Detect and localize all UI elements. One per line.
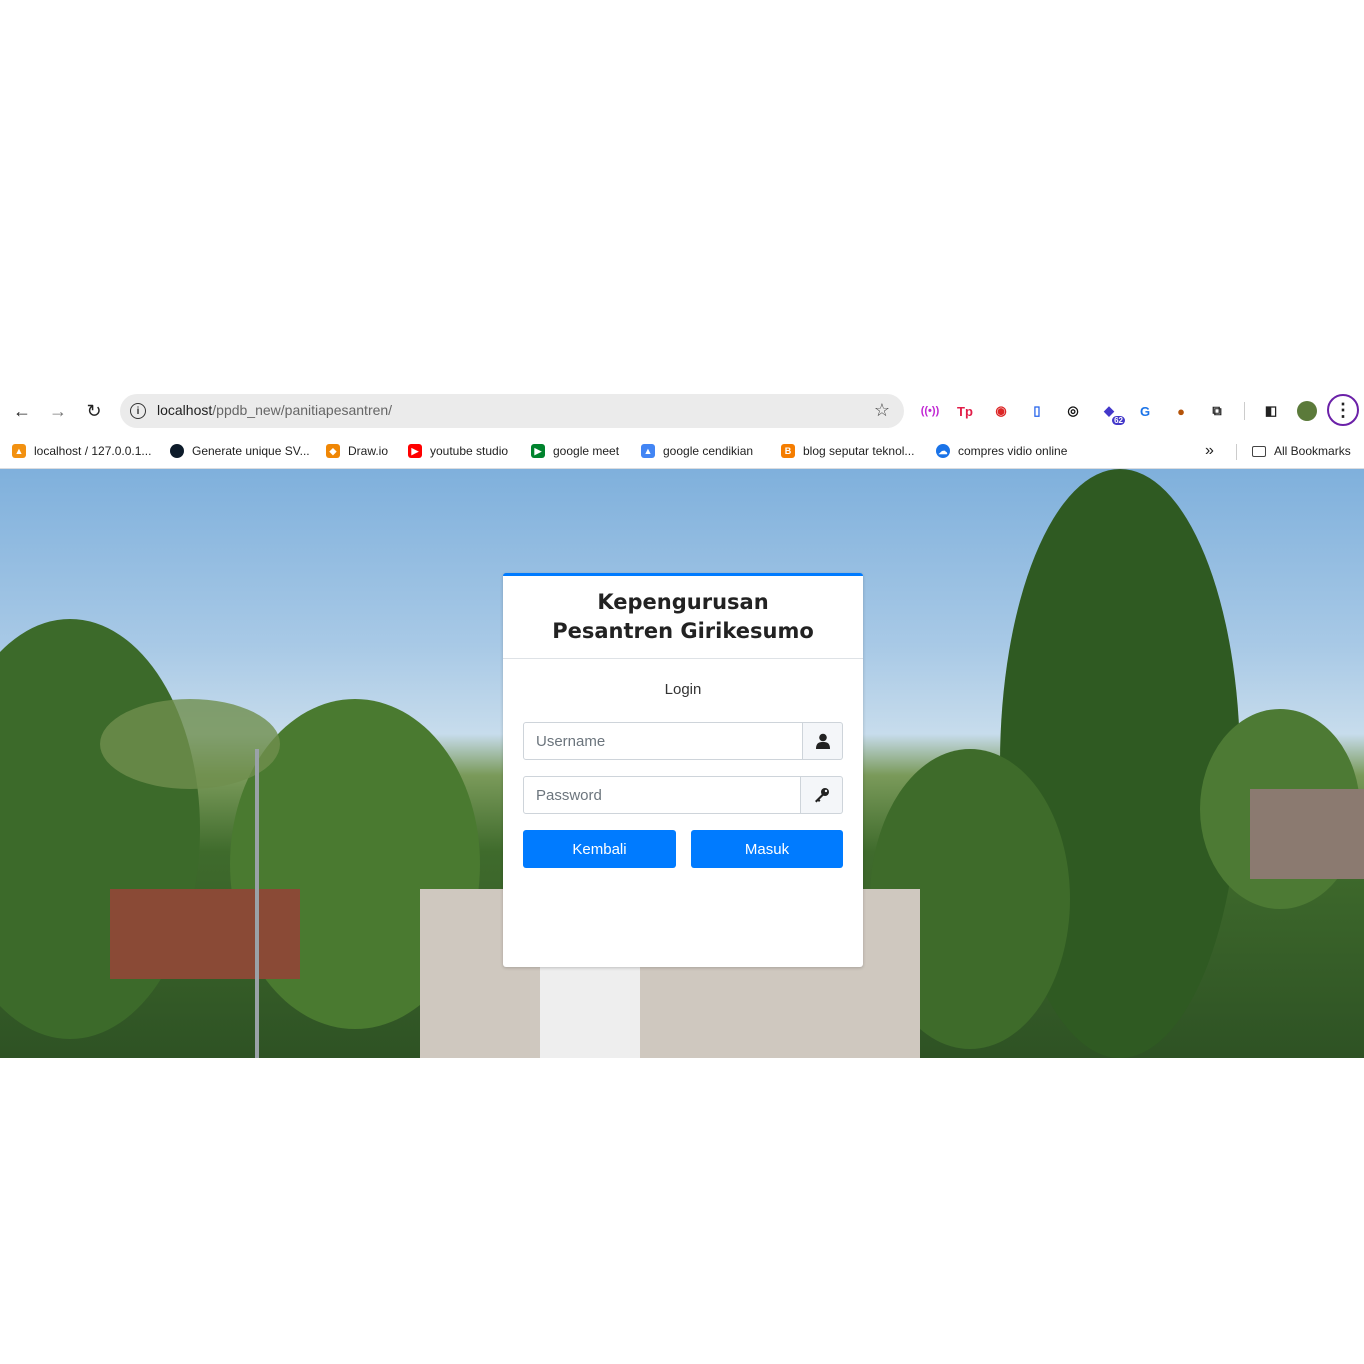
cookie-extension-icon[interactable]: ● bbox=[1171, 401, 1191, 421]
document-extension-icon[interactable]: ▯ bbox=[1027, 401, 1047, 421]
broadcast-extension-icon[interactable]: ((•)) bbox=[920, 401, 940, 421]
bookmark-item[interactable]: ◆ Draw.io bbox=[326, 441, 388, 461]
url-host: localhost bbox=[157, 402, 213, 418]
bookmarks-bar: ▲ localhost / 127.0.0.1... Generate uniqu… bbox=[0, 434, 1364, 469]
circle-icon bbox=[170, 444, 184, 458]
back-icon[interactable]: ← bbox=[10, 399, 34, 423]
extensions-puzzle-icon[interactable]: ⧉ bbox=[1207, 401, 1227, 421]
bookmark-item[interactable]: Bblog seputar teknol... bbox=[781, 441, 914, 461]
url-text[interactable]: localhost/ppdb_new/panitiapesantren/ bbox=[157, 402, 392, 418]
camera-extension-icon[interactable]: ◎ bbox=[1063, 401, 1083, 421]
login-button[interactable]: Masuk bbox=[691, 830, 843, 868]
reload-icon[interactable]: ↻ bbox=[82, 399, 106, 423]
bookmark-item[interactable]: ▶ google meet bbox=[531, 441, 619, 461]
bookmark-item[interactable]: ☁ compres vidio online bbox=[936, 441, 1067, 461]
page-viewport: Kepengurusan Pesantren Girikesumo Login … bbox=[0, 469, 1364, 1058]
bookmark-item[interactable]: ▲ google cendikian bbox=[641, 441, 753, 461]
cloud-icon: ☁ bbox=[936, 444, 950, 458]
login-card: Kepengurusan Pesantren Girikesumo Login … bbox=[503, 573, 863, 967]
site-info-icon[interactable]: i bbox=[130, 403, 146, 419]
blogger-icon: B bbox=[781, 444, 795, 458]
back-button[interactable]: Kembali bbox=[523, 830, 676, 868]
password-group bbox=[523, 776, 843, 814]
bookmark-item[interactable]: Generate unique SV... bbox=[170, 441, 310, 461]
meet-icon: ▶ bbox=[531, 444, 545, 458]
key-icon bbox=[801, 776, 843, 814]
url-path: /ppdb_new/panitiapesantren/ bbox=[212, 402, 393, 418]
more-bookmarks-icon[interactable]: » bbox=[1205, 441, 1214, 461]
card-header: Kepengurusan Pesantren Girikesumo bbox=[503, 576, 863, 659]
card-title-line2: Pesantren Girikesumo bbox=[552, 619, 814, 643]
scholar-icon: ▲ bbox=[641, 444, 655, 458]
side-panel-icon[interactable]: ◧ bbox=[1261, 401, 1281, 421]
tp-extension-icon[interactable]: Tp bbox=[955, 401, 975, 421]
username-group bbox=[523, 722, 843, 760]
login-message: Login bbox=[664, 681, 702, 698]
bookmark-star-icon[interactable]: ☆ bbox=[874, 400, 890, 421]
user-icon bbox=[803, 722, 843, 760]
menu-kebab-icon[interactable]: ⋮ bbox=[1327, 394, 1359, 426]
pma-icon: ▲ bbox=[12, 444, 26, 458]
bookmark-item[interactable]: ▲ localhost / 127.0.0.1... bbox=[12, 441, 151, 461]
drawio-icon: ◆ bbox=[326, 444, 340, 458]
forward-icon[interactable]: → bbox=[46, 399, 70, 423]
eye-extension-icon[interactable]: ◉ bbox=[991, 401, 1011, 421]
address-bar[interactable]: i localhost/ppdb_new/panitiapesantren/ ☆ bbox=[120, 394, 904, 428]
username-input[interactable] bbox=[523, 722, 803, 760]
browser-window: ← → ↻ i localhost/ppdb_new/panitiapesant… bbox=[0, 388, 1364, 1058]
folder-icon bbox=[1252, 445, 1266, 457]
all-bookmarks-button[interactable]: All Bookmarks bbox=[1252, 441, 1351, 461]
translate-extension-icon[interactable]: G bbox=[1135, 401, 1155, 421]
card-title-line1: Kepengurusan bbox=[597, 590, 769, 614]
toolbar-divider bbox=[1244, 402, 1245, 420]
bookmark-item[interactable]: ▶ youtube studio bbox=[408, 441, 508, 461]
extension-badge: 62 bbox=[1112, 416, 1125, 425]
password-input[interactable] bbox=[523, 776, 801, 814]
bookmarks-divider bbox=[1236, 444, 1237, 460]
youtube-icon: ▶ bbox=[408, 444, 422, 458]
graduation-extension-icon[interactable]: ◆ 62 bbox=[1099, 401, 1125, 425]
profile-avatar[interactable] bbox=[1297, 401, 1317, 421]
browser-toolbar: ← → ↻ i localhost/ppdb_new/panitiapesant… bbox=[0, 388, 1364, 434]
